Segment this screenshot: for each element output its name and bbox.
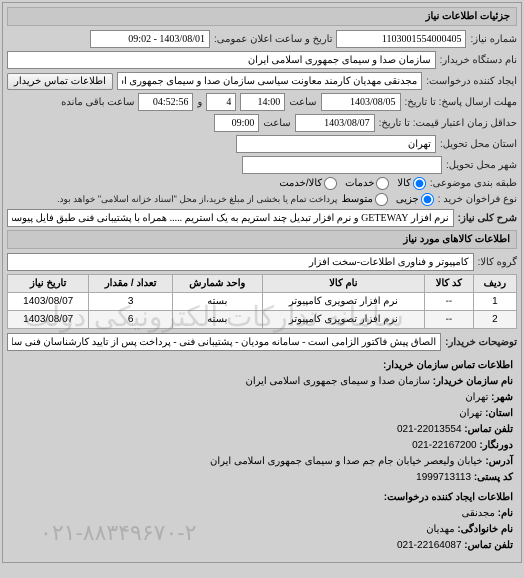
table-row: 2 -- نرم افزار تصویری کامپیوتر بسته 6 14… bbox=[8, 311, 517, 329]
buyer-org-input[interactable] bbox=[7, 51, 436, 69]
start-deadline-label: مهلت ارسال پاسخ: تا تاریخ: bbox=[405, 97, 517, 108]
creator-input[interactable] bbox=[117, 72, 422, 90]
group-input[interactable] bbox=[7, 253, 474, 271]
announce-label: تاریخ و ساعت اعلان عمومی: bbox=[214, 34, 333, 45]
c-fax-label: دورنگار: bbox=[479, 440, 513, 451]
c-name: مجدنقی bbox=[462, 508, 495, 519]
c-org-label: نام سازمان خریدار: bbox=[433, 376, 513, 387]
cat-both-radio[interactable] bbox=[324, 177, 337, 190]
c-ctel: 22164087-021 bbox=[397, 540, 462, 551]
end-time-input[interactable] bbox=[214, 114, 259, 132]
contact-button[interactable]: اطلاعات تماس خریدار bbox=[7, 73, 113, 90]
c-address-label: آدرس: bbox=[485, 456, 513, 467]
c-fax: 22167200-021 bbox=[412, 440, 477, 451]
city-label: شهر محل تحویل: bbox=[446, 160, 517, 171]
goods-table: ردیف کد کالا نام کالا واحد شمارش تعداد /… bbox=[7, 274, 517, 329]
buyer-org-label: نام دستگاه خریدار: bbox=[440, 55, 517, 66]
cat-kala-radio[interactable] bbox=[413, 177, 426, 190]
key-label: شرح کلی نیاز: bbox=[458, 213, 517, 224]
pt-note: پرداخت تمام یا بخشی از مبلغ خرید،از محل … bbox=[57, 194, 337, 205]
c-family: مهدیان bbox=[426, 524, 454, 535]
th-name: نام کالا bbox=[262, 275, 424, 293]
cell-date: 1403/08/07 bbox=[8, 293, 89, 311]
request-no-label: شماره نیاز: bbox=[470, 34, 517, 45]
start-date-input[interactable] bbox=[321, 93, 401, 111]
cell-name: نرم افزار تصویری کامپیوتر bbox=[262, 293, 424, 311]
cell-qty: 6 bbox=[89, 311, 173, 329]
c-postal: 1999713113 bbox=[416, 472, 471, 483]
cat-both-label: کالا/خدمت bbox=[279, 178, 322, 189]
c-org: سازمان صدا و سیمای جمهوری اسلامی ایران bbox=[245, 376, 429, 387]
cell-code: -- bbox=[425, 293, 474, 311]
bottom-number: ۰۲۱-۸۸۳۴۹۶۷۰-۲ bbox=[40, 520, 196, 546]
cell-date: 1403/08/07 bbox=[8, 311, 89, 329]
announce-input[interactable] bbox=[90, 30, 210, 48]
cat-khadamat-label: خدمات bbox=[345, 178, 374, 189]
creator-label: ایجاد کننده درخواست: bbox=[426, 76, 517, 87]
main-header: جزئیات اطلاعات نیاز bbox=[7, 7, 517, 26]
c-city: تهران bbox=[465, 392, 488, 403]
remain-time-input[interactable] bbox=[138, 93, 193, 111]
th-unit: واحد شمارش bbox=[173, 275, 263, 293]
remain-suffix: ساعت باقی مانده bbox=[61, 97, 134, 108]
th-qty: تعداد / مقدار bbox=[89, 275, 173, 293]
th-row: ردیف bbox=[473, 275, 516, 293]
category-label: طبقه بندی موضوعی: bbox=[430, 178, 517, 189]
city-input[interactable] bbox=[242, 156, 442, 174]
desc-input[interactable] bbox=[7, 333, 441, 351]
province-input[interactable] bbox=[236, 135, 436, 153]
request-no-input[interactable] bbox=[336, 30, 466, 48]
pt-partial-radio[interactable] bbox=[421, 193, 434, 206]
price-type-label: نوع فراخوان خرید : bbox=[438, 194, 517, 205]
table-row: 1 -- نرم افزار تصویری کامپیوتر بسته 3 14… bbox=[8, 293, 517, 311]
time-label-2: ساعت bbox=[263, 118, 290, 129]
th-date: تاریخ نیاز bbox=[8, 275, 89, 293]
contact-section-title: اطلاعات تماس سازمان خریدار: bbox=[11, 358, 513, 374]
remain-days-input[interactable] bbox=[206, 93, 236, 111]
key-input[interactable] bbox=[7, 209, 454, 227]
cell-code: -- bbox=[425, 311, 474, 329]
cell-name: نرم افزار تصویری کامپیوتر bbox=[262, 311, 424, 329]
c-family-label: نام خانوادگی: bbox=[457, 524, 513, 535]
th-code: کد کالا bbox=[425, 275, 474, 293]
c-address: خیابان ولیعصر خیابان جام جم صدا و سیمای … bbox=[210, 456, 483, 467]
province-label: استان محل تحویل: bbox=[440, 139, 517, 150]
goods-section-title: اطلاعات کالاهای مورد نیاز bbox=[7, 230, 517, 249]
cat-khadamat-radio[interactable] bbox=[376, 177, 389, 190]
pt-partial-label: جزیی bbox=[396, 194, 419, 205]
start-time-input[interactable] bbox=[240, 93, 285, 111]
time-label-1: ساعت bbox=[289, 97, 316, 108]
price-type-radio-group: جزیی متوسط bbox=[341, 193, 433, 206]
c-ctel-label: تلفن تماس: bbox=[464, 540, 513, 551]
cell-row: 2 bbox=[473, 311, 516, 329]
cell-unit: بسته bbox=[173, 311, 263, 329]
and-label: و bbox=[197, 97, 202, 108]
cat-kala-label: کالا bbox=[397, 178, 411, 189]
pt-medium-label: متوسط bbox=[341, 194, 372, 205]
cell-unit: بسته bbox=[173, 293, 263, 311]
c-province: تهران bbox=[459, 408, 482, 419]
c-tel-label: تلفن تماس: bbox=[464, 424, 513, 435]
pt-medium-radio[interactable] bbox=[375, 193, 388, 206]
end-date-input[interactable] bbox=[295, 114, 375, 132]
c-city-label: شهر: bbox=[491, 392, 513, 403]
c-tel: 22013554-021 bbox=[397, 424, 462, 435]
c-province-label: استان: bbox=[485, 408, 513, 419]
c-postal-label: کد پستی: bbox=[474, 472, 513, 483]
end-deadline-label: حداقل زمان اعتبار قیمت: تا تاریخ: bbox=[379, 118, 517, 129]
desc-label: توضیحات خریدار: bbox=[445, 337, 517, 348]
cell-row: 1 bbox=[473, 293, 516, 311]
category-radio-group: کالا خدمات کالا/خدمت bbox=[279, 177, 426, 190]
c-name-label: نام: bbox=[498, 508, 513, 519]
group-label: گروه کالا: bbox=[478, 257, 517, 268]
cell-qty: 3 bbox=[89, 293, 173, 311]
creator-section-title: اطلاعات ایجاد کننده درخواست: bbox=[11, 490, 513, 506]
